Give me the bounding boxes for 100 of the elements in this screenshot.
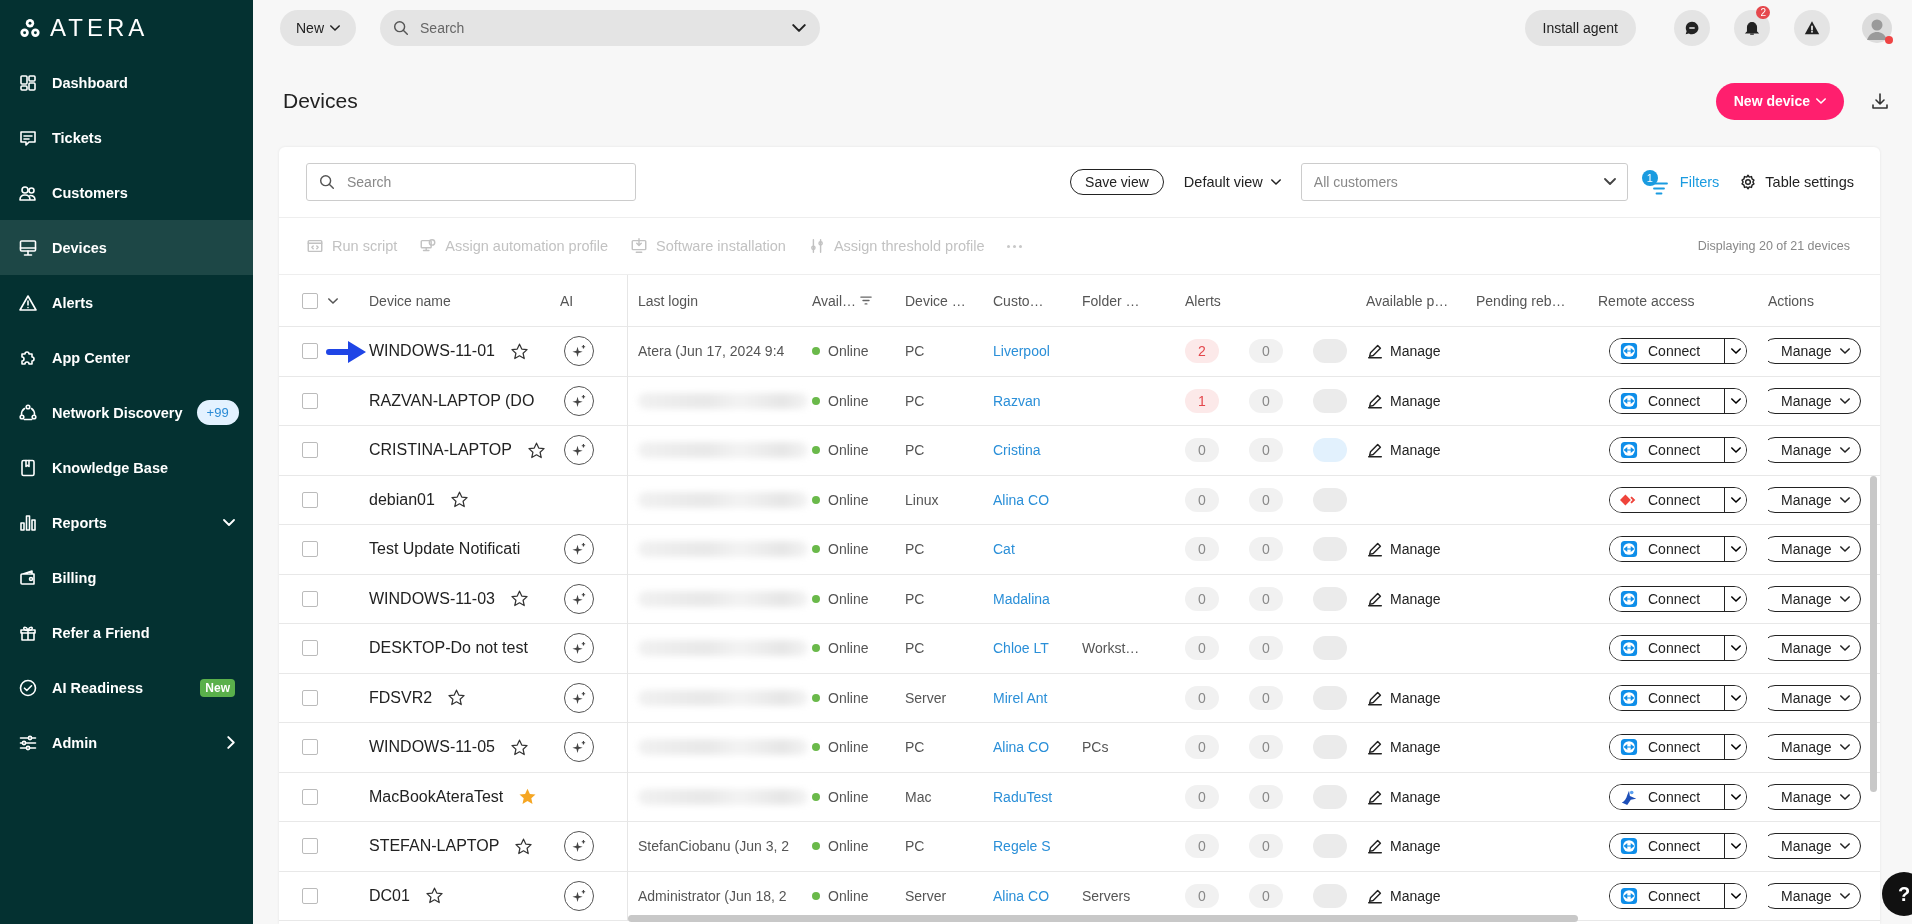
dropdown-button[interactable]	[1724, 339, 1746, 364]
column-header[interactable]: Device …	[905, 292, 966, 309]
dropdown-button[interactable]	[1724, 537, 1746, 562]
manage-dropdown[interactable]: Manage	[1768, 338, 1861, 365]
dropdown-button[interactable]	[1724, 784, 1746, 809]
dropdown-button[interactable]	[1724, 388, 1746, 413]
dropdown-button[interactable]	[1724, 586, 1746, 611]
customer-link[interactable]: Regele S	[993, 838, 1051, 855]
manage-dropdown[interactable]: Manage	[1768, 437, 1861, 464]
manage-patches-button[interactable]: Manage	[1366, 738, 1441, 757]
device-name-link[interactable]: STEFAN-LAPTOP	[369, 837, 500, 856]
manage-dropdown[interactable]: Manage	[1768, 387, 1861, 414]
device-name-link[interactable]: DC01	[369, 886, 410, 905]
select-all-checkbox[interactable]	[302, 292, 318, 309]
row-checkbox[interactable]	[302, 442, 318, 459]
manage-patches-button[interactable]: Manage	[1366, 540, 1441, 559]
dropdown-button[interactable]	[1724, 735, 1746, 760]
ai-button[interactable]	[564, 880, 594, 911]
dropdown-button[interactable]	[1724, 834, 1746, 859]
row-checkbox[interactable]	[302, 739, 318, 756]
customer-link[interactable]: Liverpool	[993, 343, 1050, 360]
dropdown-button[interactable]	[1724, 438, 1746, 463]
row-checkbox[interactable]	[302, 343, 318, 360]
device-name-link[interactable]: CRISTINA-LAPTOP	[369, 441, 512, 460]
column-header[interactable]: Alerts	[1185, 292, 1221, 309]
sidebar-item[interactable]: Dashboard	[0, 55, 253, 110]
manage-patches-button[interactable]: Manage	[1366, 837, 1441, 856]
row-checkbox[interactable]	[302, 491, 318, 508]
dropdown-button[interactable]	[1724, 487, 1746, 512]
device-name-link[interactable]: FDSVR2	[369, 688, 433, 707]
ai-button[interactable]	[564, 385, 594, 416]
ai-button[interactable]	[564, 633, 594, 664]
sidebar-item[interactable]: Devices	[0, 220, 253, 275]
sidebar-item[interactable]: Network Discovery +99	[0, 385, 253, 440]
customer-link[interactable]: Cat	[993, 541, 1015, 558]
ai-button[interactable]	[564, 534, 594, 565]
customer-link[interactable]: Cristina	[993, 442, 1041, 459]
manage-dropdown[interactable]: Manage	[1768, 536, 1861, 563]
dropdown-button[interactable]	[1724, 883, 1746, 908]
ai-button[interactable]	[564, 583, 594, 614]
notifications-button[interactable]: 2	[1734, 9, 1770, 46]
customer-dropdown[interactable]: All customers	[1300, 163, 1628, 201]
device-name-link[interactable]: WINDOWS-11-01	[369, 342, 495, 361]
device-name-link[interactable]: RAZVAN-LAPTOP (DO	[369, 391, 535, 410]
column-header[interactable]: Custo…	[993, 292, 1044, 309]
customer-link[interactable]: Alina CO	[993, 739, 1050, 756]
manage-dropdown[interactable]: Manage	[1768, 783, 1861, 810]
column-header[interactable]: Last login	[638, 292, 698, 309]
manage-dropdown[interactable]: Manage	[1768, 585, 1861, 612]
manage-dropdown[interactable]: Manage	[1768, 486, 1861, 513]
manage-dropdown[interactable]: Manage	[1768, 635, 1861, 662]
row-checkbox[interactable]	[302, 788, 318, 805]
device-name-link[interactable]: WINDOWS-11-05	[369, 738, 495, 757]
help-button[interactable]: ?	[1882, 872, 1912, 916]
row-checkbox[interactable]	[302, 392, 318, 409]
table-settings-button[interactable]: Table settings	[1739, 173, 1854, 191]
new-button[interactable]: New	[280, 9, 356, 46]
device-name-link[interactable]: WINDOWS-11-03	[369, 589, 495, 608]
column-header[interactable]: Avail…	[812, 292, 857, 309]
dropdown-button[interactable]	[1724, 685, 1746, 710]
row-checkbox[interactable]	[302, 640, 318, 657]
customer-link[interactable]: Madalina	[993, 590, 1050, 607]
manage-patches-button[interactable]: Manage	[1366, 787, 1441, 806]
ai-button[interactable]	[564, 336, 594, 367]
ai-button[interactable]	[564, 435, 594, 466]
manage-patches-button[interactable]: Manage	[1366, 886, 1441, 905]
column-header[interactable]: Device name	[369, 292, 451, 309]
device-name-link[interactable]: Test Update Notificati	[369, 540, 521, 559]
customer-link[interactable]: RaduTest	[993, 788, 1053, 805]
row-checkbox[interactable]	[302, 541, 318, 558]
column-header[interactable]: AI	[560, 292, 574, 309]
manage-dropdown[interactable]: Manage	[1768, 833, 1861, 860]
manage-dropdown[interactable]: Manage	[1768, 734, 1861, 761]
row-checkbox[interactable]	[302, 887, 318, 904]
install-agent-button[interactable]: Install agent	[1524, 9, 1636, 46]
sidebar-item[interactable]: Knowledge Base	[0, 440, 253, 495]
device-name-link[interactable]: DESKTOP-Do not test	[369, 639, 528, 658]
download-button[interactable]	[1870, 91, 1890, 111]
search-field[interactable]: Search	[306, 163, 636, 201]
scrollbar[interactable]	[628, 915, 1578, 922]
manage-patches-button[interactable]: Manage	[1366, 589, 1441, 608]
sidebar-item[interactable]: Alerts	[0, 275, 253, 330]
ai-button[interactable]	[564, 682, 594, 713]
sidebar-item[interactable]: Tickets	[0, 110, 253, 165]
avatar[interactable]	[1862, 12, 1892, 43]
chat-button[interactable]	[1674, 9, 1710, 46]
ai-button[interactable]	[564, 831, 594, 862]
column-header[interactable]: Pending reb…	[1476, 292, 1566, 309]
column-header[interactable]: Folder …	[1082, 292, 1140, 309]
manage-patches-button[interactable]: Manage	[1366, 688, 1441, 707]
ai-button[interactable]	[564, 732, 594, 763]
manage-dropdown[interactable]: Manage	[1768, 684, 1861, 711]
manage-patches-button[interactable]: Manage	[1366, 342, 1441, 361]
manage-patches-button[interactable]: Manage	[1366, 441, 1441, 460]
column-header[interactable]: Remote access	[1598, 292, 1695, 309]
row-checkbox[interactable]	[302, 838, 318, 855]
dropdown-button[interactable]	[1724, 636, 1746, 661]
device-name-link[interactable]: debian01	[369, 490, 435, 509]
customer-link[interactable]: Razvan	[993, 392, 1041, 409]
sidebar-item[interactable]: Customers	[0, 165, 253, 220]
